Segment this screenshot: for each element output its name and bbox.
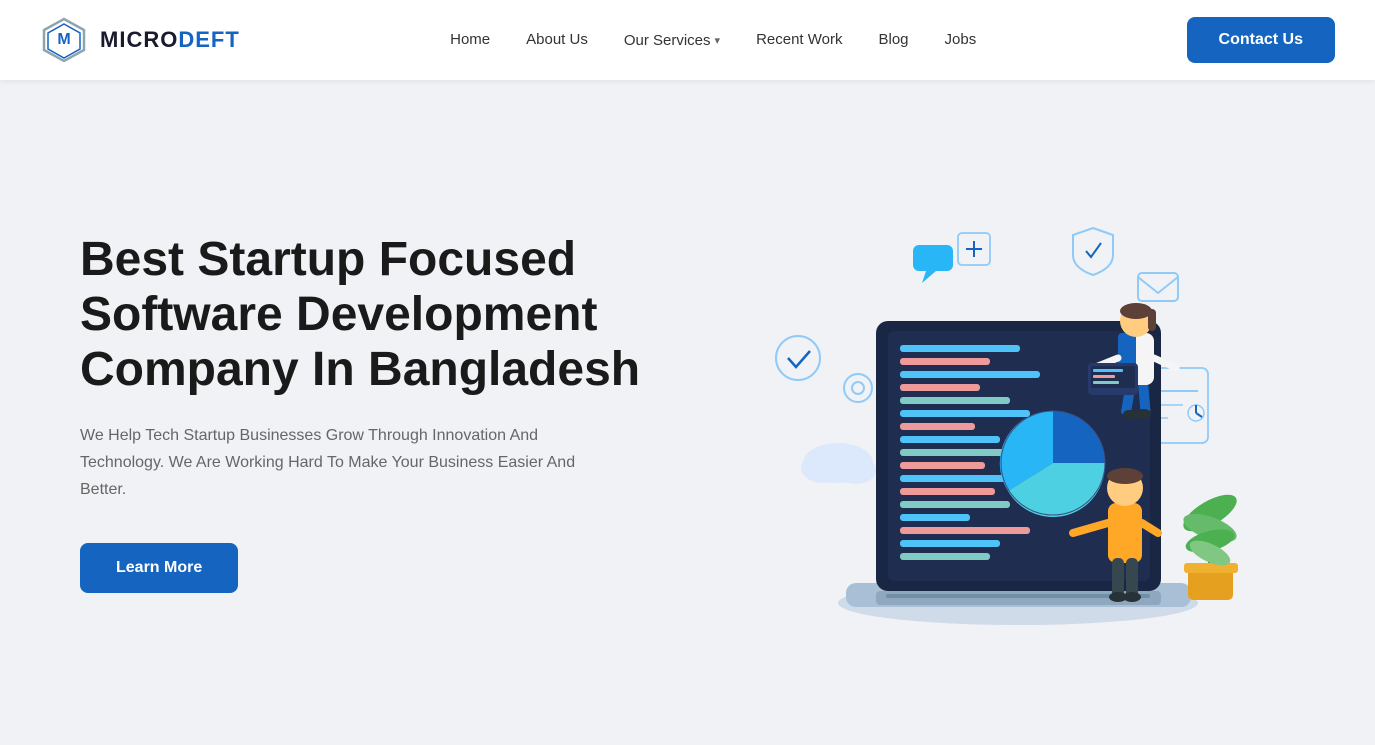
hero-illustration — [680, 163, 1295, 663]
nav-links: Home About Us Our Services ▾ Recent Work… — [450, 31, 976, 49]
hero-section: Best Startup Focused Software Developmen… — [0, 80, 1375, 745]
chevron-down-icon: ▾ — [715, 34, 721, 47]
nav-item-home[interactable]: Home — [450, 31, 490, 49]
learn-more-button[interactable]: Learn More — [80, 543, 238, 593]
brand-logo[interactable]: M MICRODEFT — [40, 16, 240, 64]
hero-content: Best Startup Focused Software Developmen… — [80, 232, 680, 593]
contact-button[interactable]: Contact Us — [1187, 17, 1335, 63]
nav-item-blog[interactable]: Blog — [878, 31, 908, 49]
hero-title: Best Startup Focused Software Developmen… — [80, 232, 680, 398]
navbar: M MICRODEFT Home About Us Our Services ▾… — [0, 0, 1375, 80]
svg-text:M: M — [57, 31, 70, 48]
nav-item-jobs[interactable]: Jobs — [945, 31, 977, 49]
logo-icon: M — [40, 16, 88, 64]
nav-item-recent-work[interactable]: Recent Work — [756, 31, 842, 49]
hero-subtitle: We Help Tech Startup Businesses Grow Thr… — [80, 422, 610, 504]
brand-name: MICRODEFT — [100, 27, 240, 53]
hero-svg-illustration — [708, 173, 1268, 653]
nav-item-about[interactable]: About Us — [526, 31, 588, 49]
nav-item-services[interactable]: Our Services ▾ — [624, 32, 720, 49]
